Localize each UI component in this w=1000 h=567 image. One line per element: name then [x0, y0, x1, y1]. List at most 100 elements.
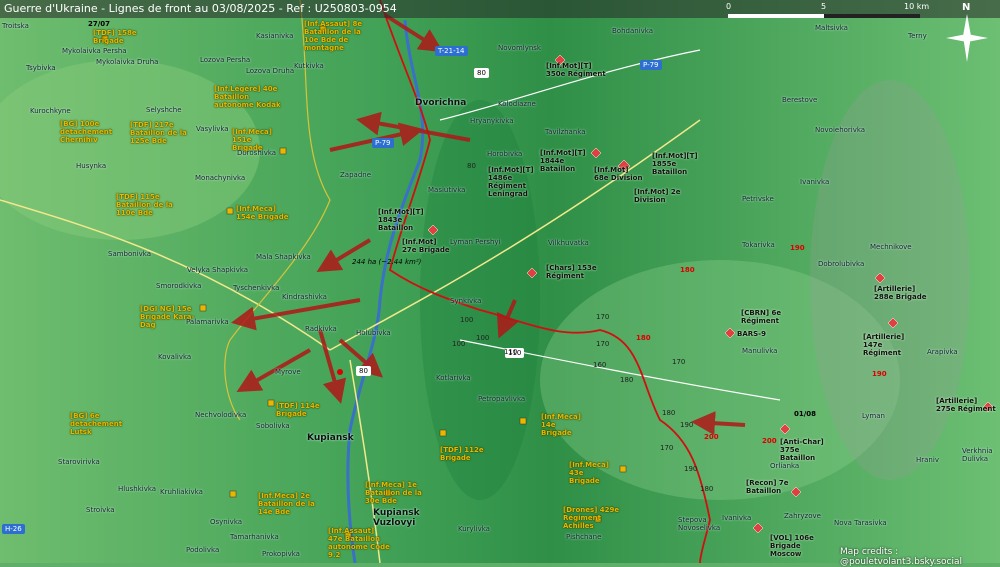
place-label: Synkivka — [450, 297, 482, 305]
place-label: Kurylivka — [458, 525, 490, 533]
ru-unit-label: BARS-9 — [737, 330, 766, 338]
place-label: Mala Shapkivka — [256, 253, 311, 261]
area-label: 244 ha (~2.44 km²) — [352, 258, 422, 266]
place-label: Lozova Persha — [200, 56, 251, 64]
date-label-1: 27/07 — [88, 20, 111, 28]
ua-unit-label: [BG] 100e détachement Chernihiv — [60, 120, 113, 144]
elevation-label: 110 — [504, 348, 518, 356]
place-label: Terny — [908, 32, 927, 40]
ru-unit-label: [Inf.Mot] 2e Division — [634, 188, 681, 204]
place-label: Manulivka — [742, 347, 778, 355]
road-sign: H-26 — [2, 524, 25, 534]
scale-label-0: 0 — [726, 2, 732, 11]
ru-unit-label: [Inf.Mot][T] 1486e Régiment Leningrad — [488, 166, 534, 198]
place-label: Tyschenkivka — [233, 284, 280, 292]
place-label: Troitskа — [2, 22, 29, 30]
map-title: Guerre d'Ukraine - Lignes de front au 03… — [4, 2, 397, 15]
elevation-label: 190 — [684, 465, 698, 473]
date-label-2: 01/08 — [794, 410, 817, 418]
place-label: Holubivka — [356, 329, 391, 337]
elevation-label-red: 200 — [704, 433, 719, 441]
ru-unit-label: [Inf.Mot][T] 350e Régiment — [546, 62, 606, 78]
place-label: Novomlynsk — [498, 44, 541, 52]
place-label: Mykolaivka Persha — [62, 47, 127, 55]
place-label: Zahryzove — [784, 512, 821, 520]
place-label: Kolodiazne — [498, 100, 536, 108]
compass-north-label: N — [962, 2, 971, 13]
place-label: Petropavlivka — [478, 395, 526, 403]
ru-unit-label: [Artillerie] 147e Régiment — [863, 333, 905, 357]
place-label: Kruhliakivka — [160, 488, 203, 496]
ua-unit-label: [Inf.Meca] 151e Brigade — [232, 128, 272, 152]
elevation-label-red: 180 — [636, 334, 651, 342]
elevation-label: 180 — [662, 409, 676, 417]
place-label: Lyman — [862, 412, 885, 420]
place-label: Mechnikove — [870, 243, 912, 251]
place-label: Stepova Novoselivka — [678, 516, 721, 532]
compass-star-icon — [946, 14, 988, 62]
town-label: Dvorichna — [415, 98, 467, 108]
road-sign: T-21-14 — [435, 46, 468, 56]
ru-unit-label: [Inf.Mot] 68e Division — [594, 166, 643, 182]
ua-unit-label: [BG] 6e détachement Lutsk — [70, 412, 123, 436]
elevation-label-red: 190 — [790, 244, 805, 252]
compass: N — [944, 2, 990, 64]
place-label: Novoiehorivka — [815, 126, 866, 134]
elevation-label: 180 — [700, 485, 714, 493]
place-label: Mykolaivka Druha — [96, 58, 159, 66]
place-label: Tavilzhanka — [545, 128, 586, 136]
place-label: Bohdanivka — [612, 27, 653, 35]
place-label: Berestove — [782, 96, 818, 104]
place-label: Dobrolubivka — [818, 260, 865, 268]
ru-unit-label: [Artillerie] 288e Brigade — [874, 285, 927, 301]
place-label: Verkhnia Dulivka — [962, 447, 993, 463]
place-label: Vilkhuvatka — [548, 239, 589, 247]
ua-unit-label: [TDF] 114e Brigade — [276, 402, 320, 418]
place-label: Lozova Druha — [246, 67, 295, 75]
place-label: Nova Tarasivka — [834, 519, 887, 527]
road-sign: P-79 — [372, 138, 394, 148]
ru-unit-label: [CBRN] 6e Régiment — [741, 309, 782, 325]
terrain-map — [0, 0, 1000, 563]
place-label: Hlushkivka — [118, 485, 157, 493]
place-label: Lyman Pershyi — [450, 238, 501, 246]
place-label: Hryanykivka — [470, 117, 514, 125]
place-label: Stroivka — [86, 506, 115, 514]
road-sign: P-79 — [640, 60, 662, 70]
scale-label-5: 5 — [821, 2, 827, 11]
place-label: Monachynivka — [195, 174, 246, 182]
ua-unit-label: [Inf.Meca] 1e Bataillon de la 30e Bde — [365, 481, 422, 505]
ua-unit-label: [Inf.Meca] 2e Bataillon de la 14e Bde — [258, 492, 315, 516]
ua-unit-label: [Drones] 429e Régiment Achilles — [563, 506, 620, 530]
place-label: Ivanivka — [722, 514, 752, 522]
ru-unit-label: [Inf.Mot][T] 1855e Bataillon — [652, 152, 698, 176]
ru-unit-label: [Inf.Mot] 27e Brigade — [402, 238, 450, 254]
place-label: Sobolivka — [256, 422, 290, 430]
place-label: Ivanivka — [800, 178, 830, 186]
place-label: Zapadne — [340, 171, 372, 179]
ua-unit-label: [Inf.Légère] 40e Bataillon autonome Koda… — [214, 85, 281, 109]
elevation-label: 100 — [452, 340, 466, 348]
place-label: Velyka Shapkivka — [187, 266, 249, 274]
place-label: Tsybivka — [26, 64, 56, 72]
road-sign: 80 — [474, 68, 489, 78]
place-label: Horobivka — [487, 150, 523, 158]
scale-seg-1 — [728, 14, 824, 18]
place-label: Starovirivka — [58, 458, 100, 466]
place-label: Vasylivka — [196, 125, 229, 133]
place-label: Osynivka — [210, 518, 243, 526]
elevation-label: 170 — [660, 444, 674, 452]
city-label: Kupiansk Vuzlovyi — [373, 508, 420, 528]
place-label: Kutkivka — [294, 62, 324, 70]
ua-unit-label: [Inf.Assaut] 8e Bataillon de la 10e Bde … — [304, 20, 363, 52]
place-label: Tamarhanivka — [230, 533, 279, 541]
ru-unit-label: [Chars] 153e Régiment — [546, 264, 597, 280]
place-label: Myrove — [275, 368, 301, 376]
place-label: Arapivka — [927, 348, 958, 356]
place-label: Masiutivka — [428, 186, 466, 194]
ru-unit-label: [VOL] 106e Brigade Moscow — [770, 534, 814, 558]
place-label: Selyshche — [146, 106, 182, 114]
city-label: Kupiansk — [307, 433, 354, 443]
ua-unit-label: [Inf.Meca] 14e Brigade — [541, 413, 581, 437]
place-label: Pishchane — [566, 533, 602, 541]
